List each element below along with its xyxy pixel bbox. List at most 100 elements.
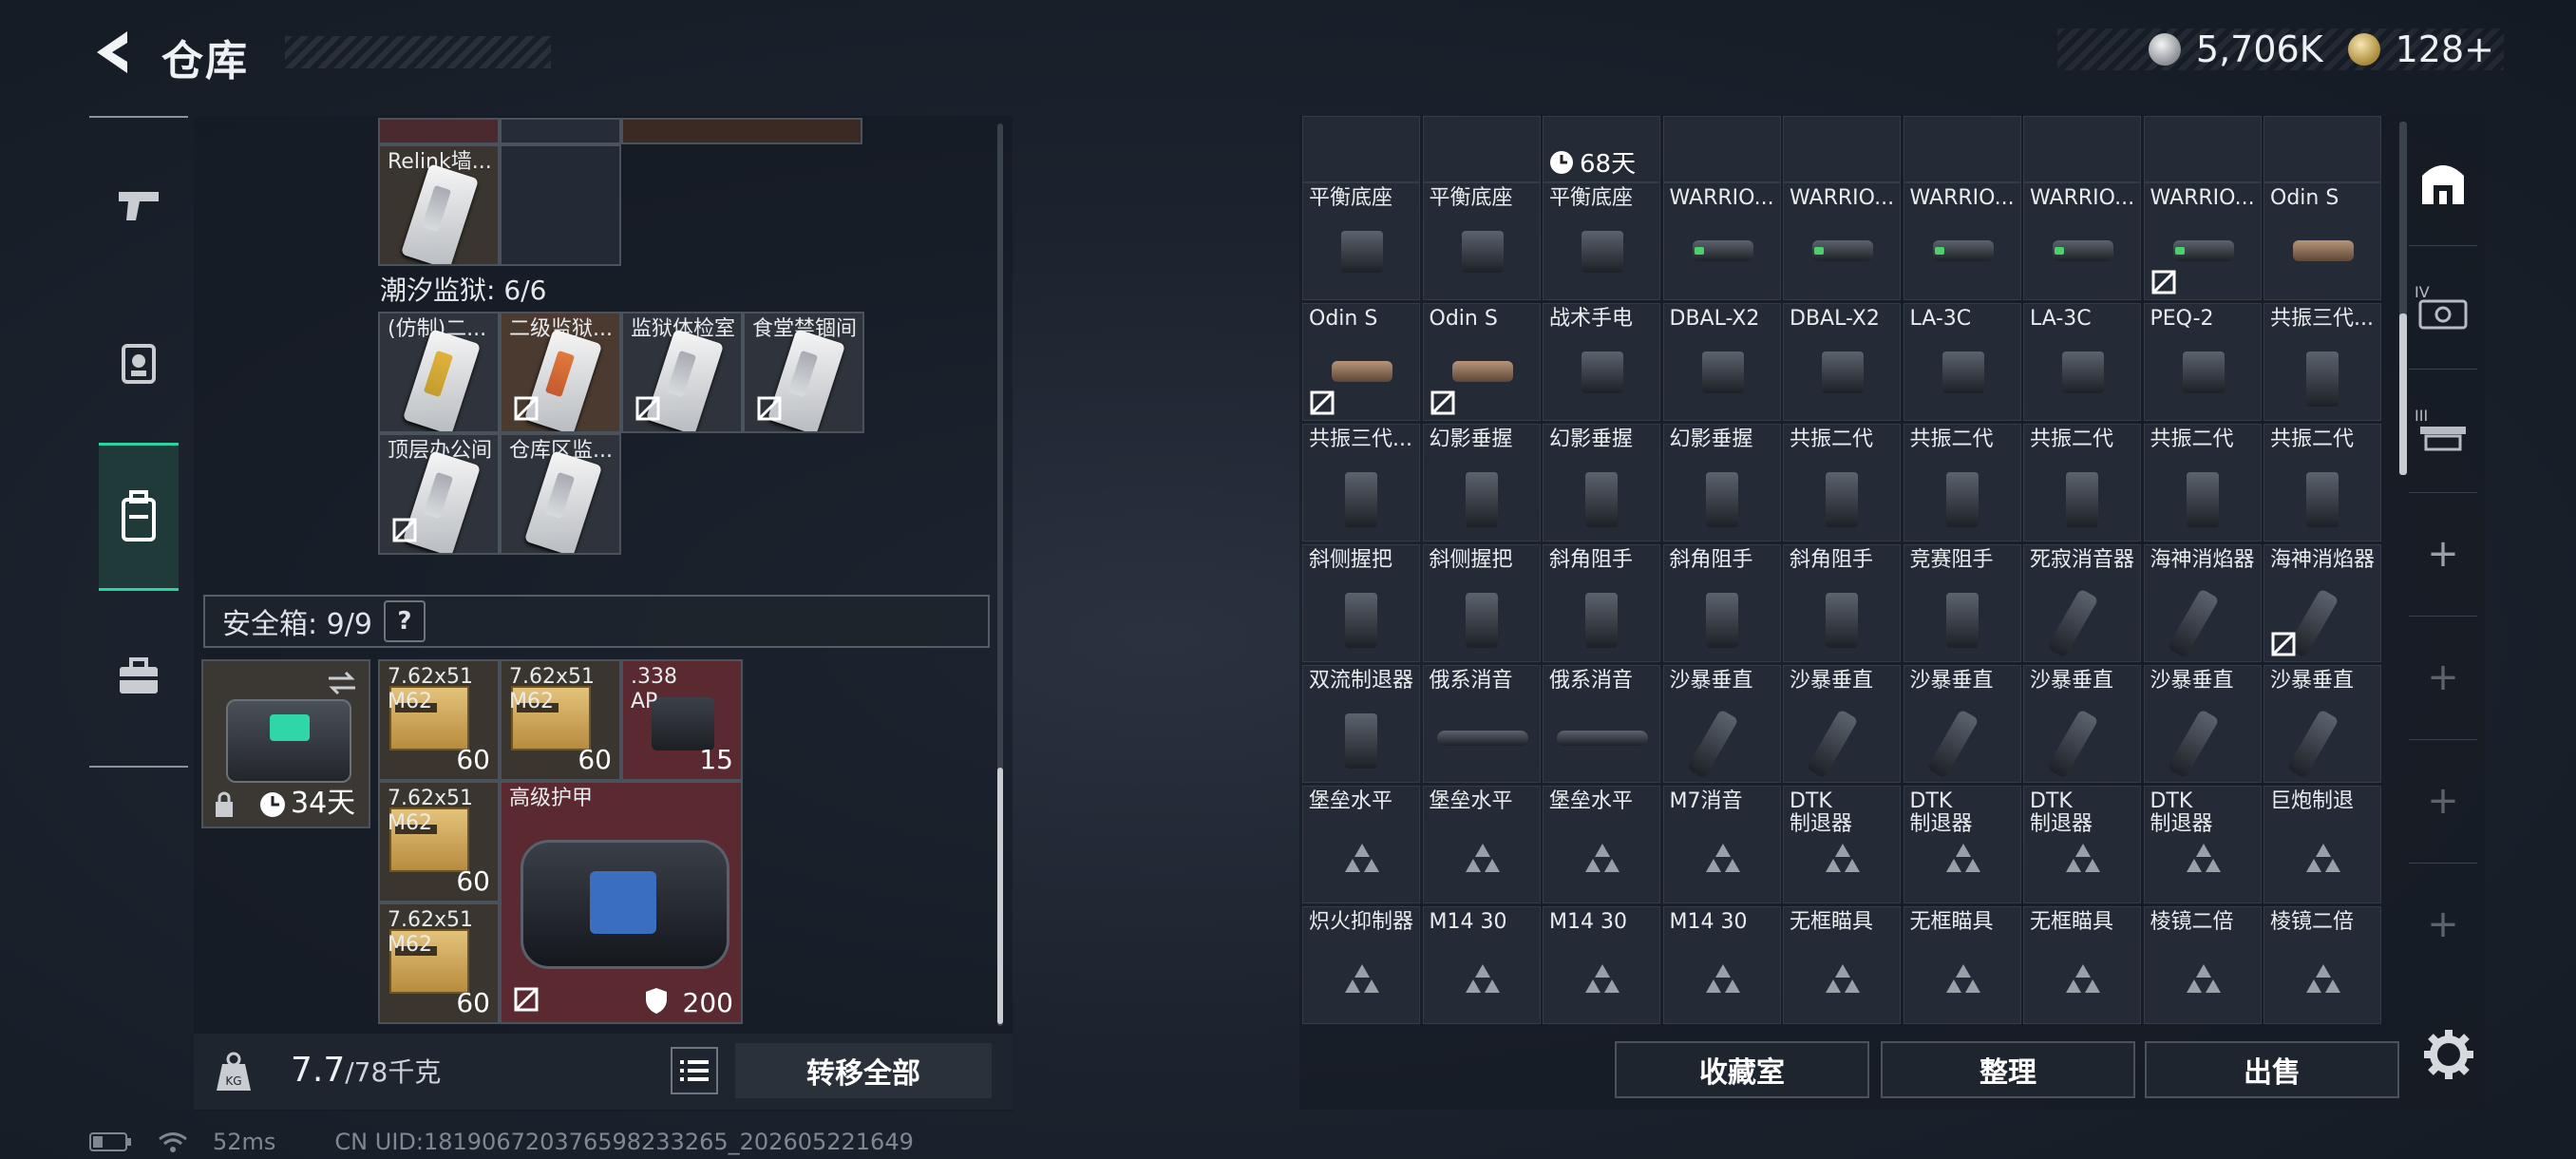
stash-item-partial[interactable]: 68天: [1543, 116, 1660, 182]
stash-item[interactable]: 共振二代: [2143, 424, 2262, 542]
keycard-slot[interactable]: 监狱体检室: [621, 312, 743, 433]
transfer-all-button[interactable]: 转移全部: [735, 1043, 992, 1098]
stash-item[interactable]: DBAL-X2: [1783, 303, 1901, 421]
stash-item[interactable]: 无框瞄具: [2023, 906, 2141, 1024]
stash-item[interactable]: Odin S: [1302, 303, 1420, 421]
stash-item[interactable]: DTK 制退器: [1783, 786, 1901, 903]
armor-slot[interactable]: 高级护甲 200: [500, 781, 743, 1024]
stash-item[interactable]: 平衡底座: [1422, 182, 1541, 300]
stash-item[interactable]: 竞赛阻手: [1903, 544, 2021, 662]
keycard-slot[interactable]: 二级监狱...: [500, 312, 621, 433]
stash-item[interactable]: 幻影垂握: [1662, 424, 1781, 542]
stash-item-partial[interactable]: [1302, 116, 1420, 182]
stash-item[interactable]: 沙暴垂直: [2023, 665, 2141, 783]
stash-item-partial[interactable]: [2263, 116, 2381, 182]
stash-item-partial[interactable]: [1422, 116, 1541, 182]
stash-item[interactable]: WARRIO...: [2143, 182, 2262, 300]
sidebar-item-weapons[interactable]: [103, 169, 175, 241]
stash-item[interactable]: 沙暴垂直: [2143, 665, 2262, 783]
stash-item[interactable]: 平衡底座: [1302, 182, 1420, 300]
stash-item[interactable]: 海神消焰器: [2263, 544, 2381, 662]
stash-item[interactable]: 堡垒水平: [1543, 786, 1660, 903]
stash-item[interactable]: 斜角阻手: [1543, 544, 1660, 662]
sidebar-item-toolbox[interactable]: [103, 640, 175, 712]
safe-box-container[interactable]: 34天: [201, 659, 370, 828]
stash-item[interactable]: 无框瞄具: [1903, 906, 2021, 1024]
stash-item-partial[interactable]: [2023, 116, 2141, 182]
stash-item[interactable]: 沙暴垂直: [2263, 665, 2381, 783]
stash-item[interactable]: 共振二代: [2263, 424, 2381, 542]
ammo-slot[interactable]: .338 AP 15: [621, 659, 743, 781]
ammo-slot[interactable]: 7.62x51 M62 60: [378, 902, 500, 1024]
stash-item-partial[interactable]: [1783, 116, 1901, 182]
stash-item[interactable]: 共振三代...: [1302, 424, 1420, 542]
stash-item[interactable]: 沙暴垂直: [1783, 665, 1901, 783]
ammo-slot[interactable]: 7.62x51 M62 60: [378, 781, 500, 902]
sort-button[interactable]: 整理: [1881, 1041, 2135, 1098]
keycard-slot[interactable]: 仓库区监...: [500, 433, 621, 555]
stash-item[interactable]: 堡垒水平: [1302, 786, 1420, 903]
ammo-slot[interactable]: 7.62x51 M62 60: [378, 659, 500, 781]
stash-item[interactable]: DBAL-X2: [1662, 303, 1781, 421]
stash-item[interactable]: LA-3C: [2023, 303, 2141, 421]
list-view-button[interactable]: [671, 1047, 718, 1094]
stash-item[interactable]: 俄系消音: [1422, 665, 1541, 783]
tab-add-1[interactable]: +: [2409, 492, 2477, 617]
keycard-slot[interactable]: 食堂禁锢间: [743, 312, 864, 433]
stash-item[interactable]: M14 30: [1543, 906, 1660, 1024]
stash-item-partial[interactable]: [2143, 116, 2262, 182]
back-button[interactable]: [84, 21, 141, 84]
stash-item[interactable]: 双流制退器: [1302, 665, 1420, 783]
keycard-slot[interactable]: 顶层办公间: [378, 433, 500, 555]
tab-stash-iii[interactable]: III: [2409, 369, 2477, 493]
stash-item[interactable]: 堡垒水平: [1422, 786, 1541, 903]
sidebar-item-backpack[interactable]: [99, 443, 179, 591]
partial-item[interactable]: [621, 118, 862, 144]
stash-item[interactable]: LA-3C: [1903, 303, 2021, 421]
stash-item[interactable]: 斜侧握把: [1302, 544, 1420, 662]
stash-item[interactable]: 共振二代: [2023, 424, 2141, 542]
stash-item[interactable]: 沙暴垂直: [1903, 665, 2021, 783]
stash-item[interactable]: 炽火抑制器: [1302, 906, 1420, 1024]
stash-item[interactable]: M14 30: [1422, 906, 1541, 1024]
partial-item[interactable]: [500, 118, 621, 144]
stash-item[interactable]: WARRIO...: [1903, 182, 2021, 300]
stash-item[interactable]: 共振二代: [1783, 424, 1901, 542]
stash-item[interactable]: PEQ-2: [2143, 303, 2262, 421]
stash-item[interactable]: 平衡底座: [1543, 182, 1660, 300]
stash-item[interactable]: 俄系消音: [1543, 665, 1660, 783]
stash-item[interactable]: 海神消焰器: [2143, 544, 2262, 662]
stash-item[interactable]: 共振三代...: [2263, 303, 2381, 421]
stash-item[interactable]: 死寂消音器: [2023, 544, 2141, 662]
stash-item[interactable]: M7消音: [1662, 786, 1781, 903]
sidebar-item-operator[interactable]: [103, 325, 175, 397]
sell-button[interactable]: 出售: [2145, 1041, 2399, 1098]
empty-slot[interactable]: [500, 144, 621, 266]
partial-item[interactable]: [378, 118, 500, 144]
tab-add-2[interactable]: +: [2409, 616, 2477, 740]
stash-item[interactable]: 斜侧握把: [1422, 544, 1541, 662]
settings-gear-icon[interactable]: [2418, 1024, 2479, 1085]
stash-item[interactable]: DTK 制退器: [2143, 786, 2262, 903]
stash-item[interactable]: 幻影垂握: [1422, 424, 1541, 542]
stash-item[interactable]: 共振二代: [1903, 424, 2021, 542]
stash-item[interactable]: Odin S: [2263, 182, 2381, 300]
stash-item-partial[interactable]: [1662, 116, 1781, 182]
stash-item[interactable]: 斜角阻手: [1783, 544, 1901, 662]
tab-stash-iv[interactable]: IV: [2409, 245, 2477, 370]
inventory-scroll-thumb[interactable]: [997, 768, 1003, 1024]
stash-item[interactable]: 棱镜二倍: [2143, 906, 2262, 1024]
tab-add-4[interactable]: +: [2409, 863, 2477, 986]
stash-item[interactable]: 沙暴垂直: [1662, 665, 1781, 783]
stash-item[interactable]: 幻影垂握: [1543, 424, 1660, 542]
tab-add-3[interactable]: +: [2409, 739, 2477, 864]
stash-item[interactable]: 无框瞄具: [1783, 906, 1901, 1024]
relink-keycard[interactable]: Relink墙...: [378, 144, 500, 266]
stash-item-partial[interactable]: [1903, 116, 2021, 182]
tab-stash-main[interactable]: [2409, 122, 2477, 246]
stash-scroll-thumb[interactable]: [2399, 314, 2407, 475]
help-button[interactable]: ?: [383, 600, 426, 642]
stash-item[interactable]: 战术手电: [1543, 303, 1660, 421]
stash-item[interactable]: Odin S: [1422, 303, 1541, 421]
stash-item[interactable]: WARRIO...: [1662, 182, 1781, 300]
